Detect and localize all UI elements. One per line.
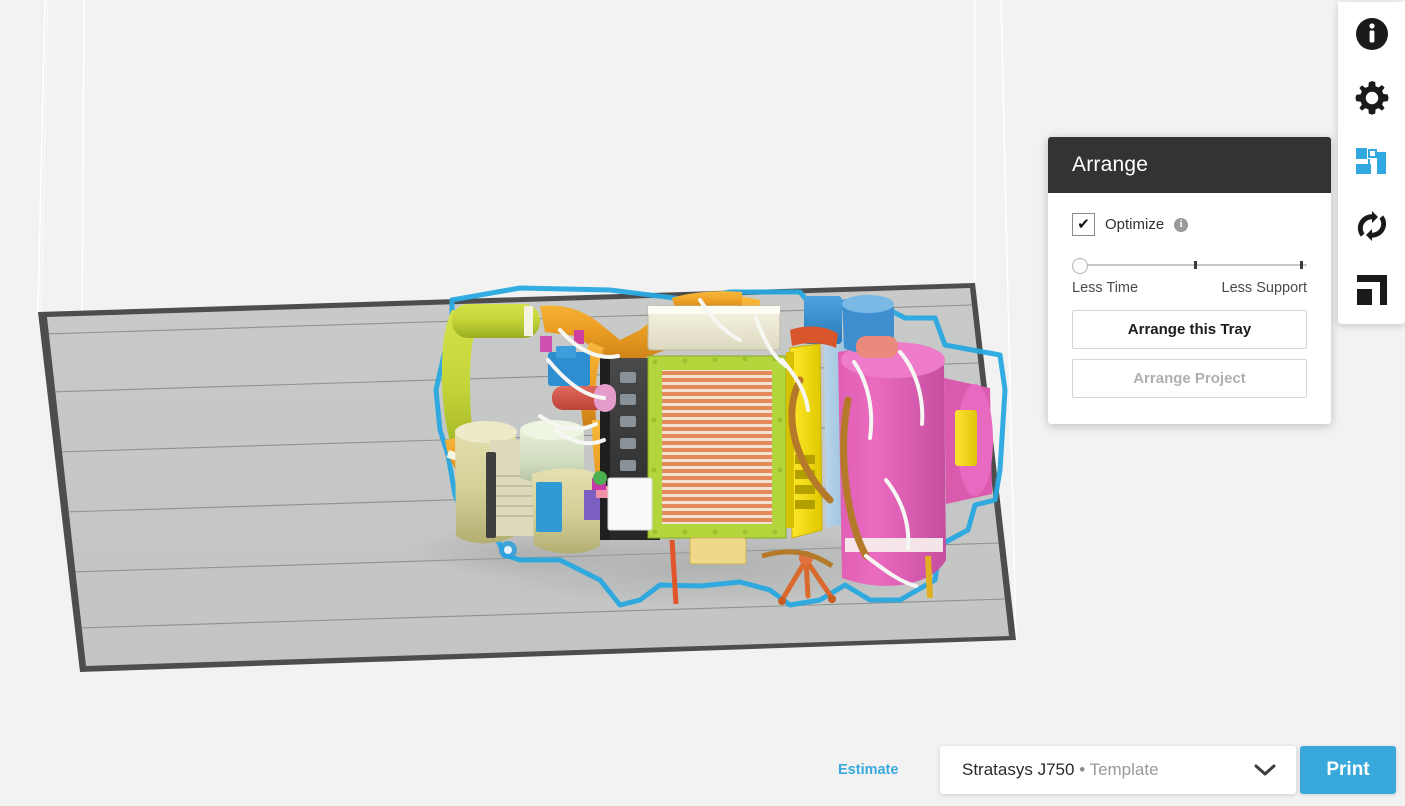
time-support-slider[interactable] <box>1072 256 1307 274</box>
slider-handle[interactable] <box>1072 258 1088 274</box>
scale-icon[interactable] <box>1350 268 1394 312</box>
slider-tick-mid <box>1194 261 1197 269</box>
arrange-panel-title: Arrange <box>1048 137 1331 193</box>
gear-icon[interactable] <box>1350 76 1394 120</box>
slider-min-label: Less Time <box>1072 280 1138 296</box>
estimate-link[interactable]: Estimate <box>838 762 898 778</box>
checkmark-icon: ✔ <box>1077 217 1090 232</box>
optimize-label: Optimize <box>1105 216 1164 233</box>
slider-labels: Less Time Less Support <box>1072 280 1307 296</box>
arrange-this-tray-button[interactable]: Arrange this Tray <box>1072 310 1307 349</box>
model-geometry <box>436 288 1005 605</box>
printer-separator: • <box>1079 760 1085 779</box>
info-icon[interactable] <box>1350 12 1394 56</box>
optimize-checkbox[interactable]: ✔ <box>1072 213 1095 236</box>
print-button[interactable]: Print <box>1300 746 1396 794</box>
slider-max-label: Less Support <box>1222 280 1307 296</box>
printer-name: Stratasys J750 <box>962 760 1074 779</box>
printer-mode: Template <box>1090 760 1159 779</box>
right-toolbar[interactable] <box>1338 2 1405 324</box>
slider-tick-end <box>1300 261 1303 269</box>
arrange-icon[interactable] <box>1350 140 1394 184</box>
optimize-row[interactable]: ✔ Optimize i <box>1072 213 1307 236</box>
arrange-panel[interactable]: Arrange ✔ Optimize i Less Time Less Supp… <box>1048 137 1331 424</box>
printer-select[interactable]: Stratasys J750 • Template <box>940 746 1296 794</box>
printer-select-text: Stratasys J750 • Template <box>940 760 1254 780</box>
arrange-project-button: Arrange Project <box>1072 359 1307 398</box>
chevron-down-icon[interactable] <box>1254 763 1296 777</box>
info-icon[interactable]: i <box>1174 218 1188 232</box>
rotate-icon[interactable] <box>1350 204 1394 248</box>
